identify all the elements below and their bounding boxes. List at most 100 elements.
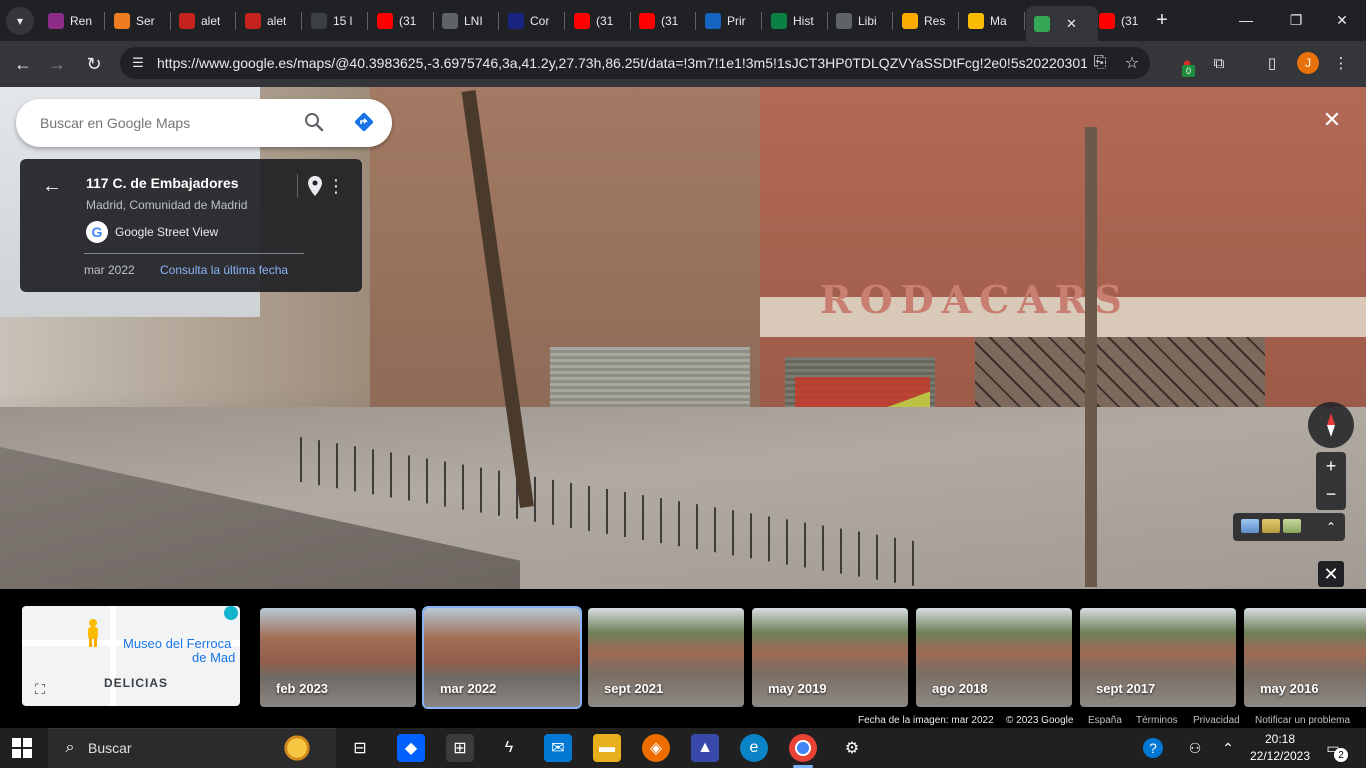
search-icon[interactable] (302, 110, 326, 134)
browser-tab[interactable]: alet (237, 6, 301, 35)
task-view-icon[interactable]: ⊟ (346, 734, 374, 762)
browser-tab[interactable]: ✕ (1026, 6, 1098, 41)
tab-title: Hist (793, 13, 814, 28)
mail-icon[interactable]: ✉ (544, 734, 572, 762)
privacy-link[interactable]: Privacidad (1193, 715, 1240, 727)
tab-title: 15 l (333, 13, 353, 28)
terms-link[interactable]: Términos (1136, 715, 1178, 727)
pin-icon (902, 12, 918, 29)
clock-time[interactable]: 20:18 (1245, 732, 1315, 746)
bookmark-star-icon[interactable]: ☆ (1121, 52, 1143, 74)
browser-tab[interactable]: alet (171, 6, 235, 35)
side-panel-icon[interactable]: ▯ (1261, 52, 1283, 74)
google-logo-icon: G (86, 221, 108, 243)
puzzle-extensions-icon[interactable]: ⧉ (1208, 52, 1230, 74)
browser-tab[interactable]: Ren (40, 6, 104, 35)
browser-tab[interactable]: (31 (1091, 6, 1155, 35)
tab-title: Libi (858, 13, 877, 28)
brave-icon[interactable]: ◈ (642, 734, 670, 762)
compass-needle-icon (1327, 413, 1335, 437)
edge-icon[interactable]: e (740, 734, 768, 762)
settings-gear-icon[interactable]: ⚙ (838, 734, 866, 762)
browser-tab[interactable]: (31 (631, 6, 695, 35)
minimize-icon[interactable]: — (1226, 8, 1266, 32)
report-problem-link[interactable]: Notificar un problema (1255, 715, 1350, 727)
browser-tab[interactable]: Res (894, 6, 958, 35)
copyright: © 2023 Google (1006, 715, 1074, 726)
store-icon[interactable]: ⊞ (446, 734, 474, 762)
tab-title: Ren (70, 13, 93, 28)
reload-icon[interactable]: ↻ (79, 49, 109, 79)
browser-tab[interactable]: LNI (434, 6, 498, 35)
browser-tab[interactable]: 15 l (303, 6, 367, 35)
zoom-out-icon[interactable]: − (1316, 482, 1346, 506)
expand-map-icon[interactable]: ⛶ (30, 679, 50, 699)
browser-tab[interactable]: Prir (697, 6, 761, 35)
browser-tab[interactable]: Ma (960, 6, 1024, 35)
weather-icon[interactable] (280, 731, 314, 765)
window-close-icon[interactable]: ✕ (1322, 8, 1362, 32)
country-link[interactable]: España (1088, 715, 1122, 727)
url-text[interactable]: https://www.google.es/maps/@40.3983625,-… (157, 55, 1087, 73)
clock-date[interactable]: 22/12/2023 (1245, 749, 1315, 763)
menu-kebab-icon[interactable]: ⋮ (1330, 52, 1352, 74)
notification-count: 2 (1334, 748, 1348, 762)
tab-separator (367, 12, 368, 30)
more-options-icon[interactable]: ⋮ (327, 175, 345, 197)
browser-tab[interactable]: (31 (566, 6, 630, 35)
browser-tab[interactable]: Hist (763, 6, 827, 35)
lightning-app-icon[interactable]: ϟ (495, 734, 523, 762)
directions-icon[interactable] (352, 110, 376, 134)
tab-close-icon[interactable]: ✕ (1066, 16, 1077, 32)
close-street-view-icon[interactable]: ✕ (1316, 104, 1348, 136)
location-pin-icon[interactable] (306, 175, 324, 197)
museum-icon[interactable] (224, 606, 238, 620)
map-label: DELICIAS (104, 676, 169, 690)
map-road (110, 606, 116, 706)
maximize-icon[interactable]: ❐ (1276, 8, 1316, 32)
tab-separator (564, 12, 565, 30)
layer-thumbnail[interactable] (1283, 519, 1301, 533)
compass-icon[interactable] (1308, 402, 1354, 448)
timeline-date-label: sept 2017 (1096, 681, 1156, 696)
chrome-icon[interactable] (789, 734, 817, 762)
tab-title: (31 (661, 13, 679, 28)
help-icon[interactable]: ? (1143, 738, 1163, 758)
dropbox-icon[interactable]: ◆ (397, 734, 425, 762)
browser-tab[interactable]: Cor (500, 6, 564, 35)
latest-date-link[interactable]: Consulta la última fecha (160, 263, 310, 277)
browser-tab[interactable]: (31 (369, 6, 433, 35)
timeline-date-label: ago 2018 (932, 681, 988, 696)
tray-chevron-up-icon[interactable]: ⌃ (1218, 738, 1238, 758)
tab-title: alet (201, 13, 221, 28)
timeline-date-label: sept 2021 (604, 681, 664, 696)
install-app-icon[interactable]: ⎘ (1089, 52, 1111, 74)
profile-avatar[interactable]: J (1297, 52, 1319, 74)
u-icon (968, 12, 984, 29)
copilot-icon[interactable]: ▲ (691, 734, 719, 762)
windows-start-icon[interactable] (10, 736, 34, 760)
capture-date: mar 2022 (84, 263, 135, 277)
v-icon (508, 12, 524, 29)
browser-tab[interactable]: Libi (828, 6, 892, 35)
tab-separator (301, 12, 302, 30)
forward-arrow-icon[interactable]: → (42, 49, 72, 79)
site-info-icon[interactable]: ☰ (128, 53, 148, 73)
people-icon[interactable]: ⚇ (1185, 738, 1205, 758)
back-arrow-icon[interactable]: ← (8, 49, 38, 79)
new-tab-button[interactable]: + (1150, 8, 1174, 32)
tab-search-chevron-icon[interactable]: ▾ (6, 7, 34, 35)
expand-chevron-icon[interactable]: ⌃ (1322, 517, 1340, 537)
tab-title: Ser (136, 13, 155, 28)
search-input[interactable] (40, 113, 290, 133)
file-explorer-icon[interactable]: ▬ (593, 734, 621, 762)
layer-thumbnail[interactable] (1262, 519, 1280, 533)
layer-thumbnail[interactable] (1241, 519, 1259, 533)
tab-separator (498, 12, 499, 30)
maps-icon (1034, 15, 1050, 32)
browser-tab[interactable]: Ser (106, 6, 170, 35)
back-arrow-icon[interactable]: ← (40, 174, 64, 198)
pegman-icon[interactable] (84, 618, 102, 648)
close-timeline-icon[interactable]: ✕ (1318, 561, 1344, 587)
zoom-in-icon[interactable]: + (1316, 454, 1346, 478)
